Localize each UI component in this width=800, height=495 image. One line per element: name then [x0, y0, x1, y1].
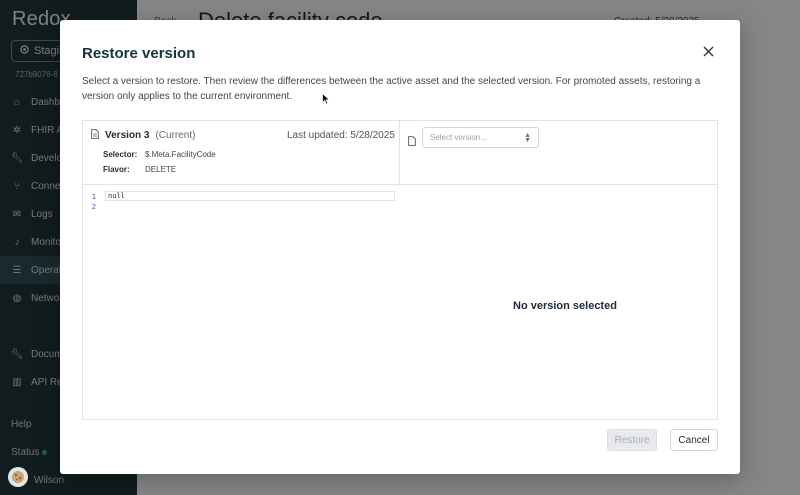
last-updated: Last updated: 5/28/2025: [287, 130, 395, 141]
version-select[interactable]: Select version... ▲ ▼: [422, 127, 539, 148]
file-icon: [91, 129, 99, 142]
cookie-settings-icon[interactable]: [8, 467, 28, 487]
restore-button[interactable]: Restore: [607, 429, 657, 451]
compare-header: Version 3 (Current) Last updated: 5/28/2…: [83, 121, 717, 185]
dialog-title: Restore version: [82, 45, 196, 62]
selector-label: Selector:: [103, 150, 138, 159]
selector-value: $.Meta.FacilityCode: [145, 150, 216, 159]
version-compare-panel: Version 3 (Current) Last updated: 5/28/2…: [82, 120, 718, 420]
dialog-description: Select a version to restore. Then review…: [82, 76, 701, 102]
select-arrows-icon: ▲ ▼: [524, 131, 531, 144]
version-name: Version 3: [105, 130, 150, 141]
active-line-highlight: [105, 191, 395, 201]
column-divider: [399, 121, 400, 185]
restore-version-dialog: Restore version Select a version to rest…: [60, 20, 740, 474]
code-text: null: [108, 192, 125, 200]
code-line: 1: [83, 192, 96, 202]
close-icon: [703, 44, 714, 62]
selector-row: Selector: $.Meta.FacilityCode: [103, 150, 216, 159]
flavor-value: DELETE: [145, 165, 177, 174]
flavor-label: Flavor:: [103, 165, 130, 174]
close-button[interactable]: [700, 45, 716, 61]
code-line: 2: [83, 202, 96, 212]
file-icon: [408, 133, 416, 151]
version-select-placeholder: Select version...: [430, 133, 487, 142]
line-number: 1: [91, 193, 96, 201]
flavor-row: Flavor: DELETE: [103, 165, 176, 174]
version-current-tag: (Current): [155, 130, 196, 141]
mouse-cursor-icon: [322, 92, 331, 110]
line-number: 2: [91, 203, 96, 211]
code-editor[interactable]: 1 null 2: [83, 185, 399, 419]
empty-state-message: No version selected: [513, 300, 617, 312]
cancel-button[interactable]: Cancel: [670, 429, 718, 451]
current-version-header: Version 3 (Current): [91, 129, 195, 142]
